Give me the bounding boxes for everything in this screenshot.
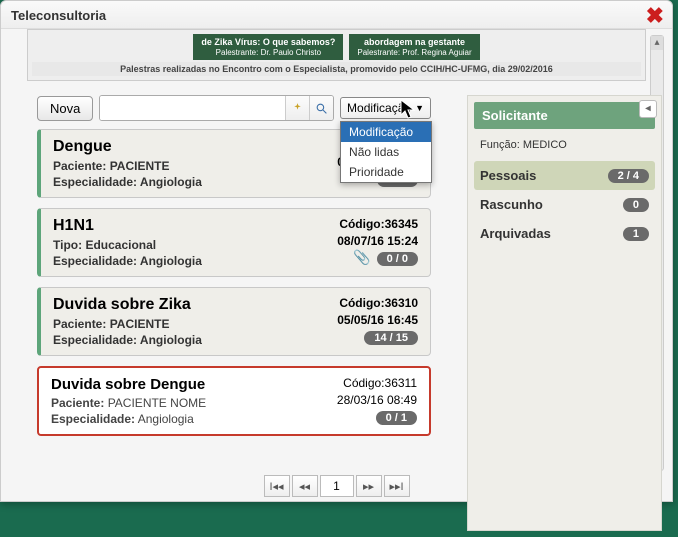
- sort-option-modificacao[interactable]: Modificação: [341, 122, 431, 142]
- side-row-label: Arquivadas: [480, 226, 551, 241]
- scroll-up-icon[interactable]: ▴: [651, 36, 663, 50]
- card-line-1: Paciente: PACIENTE: [53, 317, 202, 331]
- card[interactable]: Duvida sobre Zika Paciente: PACIENTE Espec…: [37, 287, 431, 356]
- card-date: 05/05/16 16:45: [298, 313, 418, 327]
- pager-page-input[interactable]: [320, 475, 354, 497]
- card-badge: 0 / 0: [377, 252, 418, 266]
- side-row-badge: 0: [623, 198, 649, 212]
- banner-caption: Palestras realizadas no Encontro com o E…: [32, 62, 641, 76]
- search-icon: [315, 102, 328, 115]
- side-funcao-label: Função:: [480, 139, 520, 151]
- card-line-1: Paciente: PACIENTE NOME: [51, 396, 206, 410]
- card-date: 28/03/16 08:49: [297, 393, 417, 407]
- side-row[interactable]: Rascunho 0: [474, 190, 655, 219]
- side-row-badge: 1: [623, 227, 649, 241]
- card-title: Dengue: [53, 138, 202, 156]
- collapse-icon[interactable]: ◂: [639, 100, 657, 118]
- card-badge: 14 / 15: [364, 331, 418, 345]
- dialog-header: Teleconsultoria ✖: [1, 1, 672, 29]
- pager: I◂◂ ◂◂ ▸▸ ▸▸I: [1, 475, 672, 497]
- banner-box-2-sub: Palestrante: Prof. Regina Aguiar: [357, 48, 471, 58]
- card-badge: 0 / 1: [376, 411, 417, 425]
- side-row-badge: 2 / 4: [608, 169, 649, 183]
- side-funcao: Função: MEDICO: [474, 129, 655, 161]
- clear-search-button[interactable]: [285, 96, 309, 120]
- card-line-2: Especialidade: Angiologia: [51, 412, 206, 426]
- close-icon[interactable]: ✖: [646, 3, 664, 29]
- side-header: Solicitante ◂: [474, 102, 655, 129]
- card-line-2: Especialidade: Angiologia: [53, 333, 202, 347]
- card-badge-row: 📎 0 / 0: [298, 248, 418, 266]
- side-header-label: Solicitante: [482, 108, 548, 123]
- search-box: [99, 95, 334, 121]
- paperclip-icon: 📎: [353, 249, 370, 265]
- card-title: H1N1: [53, 217, 202, 235]
- pager-prev-button[interactable]: ◂◂: [292, 475, 318, 497]
- sort-option-prioridade[interactable]: Prioridade: [341, 162, 431, 182]
- card-line-2: Especialidade: Angiologia: [53, 175, 202, 189]
- chevron-down-icon: ▼: [415, 103, 424, 113]
- card-code: Código:36345: [298, 217, 418, 231]
- side-row-label: Rascunho: [480, 197, 543, 212]
- side-funcao-value: MEDICO: [523, 139, 567, 151]
- sparkle-icon: [291, 102, 304, 115]
- toolbar: Nova Modificação ▼: [37, 95, 431, 121]
- pager-next-button[interactable]: ▸▸: [356, 475, 382, 497]
- sort-selected-label: Modificação: [347, 101, 411, 115]
- sort-dropdown-menu: Modificação Não lidas Prioridade: [340, 121, 432, 183]
- card-code: Código:36311: [297, 376, 417, 390]
- nova-button[interactable]: Nova: [37, 96, 93, 121]
- card-title: Duvida sobre Zika: [53, 296, 202, 314]
- left-pane: Nova Modificação ▼: [11, 95, 457, 531]
- banner-box-2-title: abordagem na gestante: [357, 37, 471, 48]
- sort-dropdown-button[interactable]: Modificação ▼: [340, 97, 431, 119]
- search-button[interactable]: [309, 96, 333, 120]
- card-line-2: Especialidade: Angiologia: [53, 254, 202, 268]
- dialog: Teleconsultoria ✖ ▴ de Zika Vírus: O que…: [0, 0, 673, 502]
- search-input[interactable]: [100, 96, 285, 120]
- banner-box-2: abordagem na gestante Palestrante: Prof.…: [349, 34, 479, 60]
- banner-box-1-title: de Zika Vírus: O que sabemos?: [201, 37, 335, 48]
- side-row-label: Pessoais: [480, 168, 536, 183]
- right-pane: Solicitante ◂ Função: MEDICO Pessoais 2 /…: [467, 95, 662, 531]
- card[interactable]: H1N1 Tipo: Educacional Especialidade: Angi…: [37, 208, 431, 277]
- card-line-1: Tipo: Educacional: [53, 238, 202, 252]
- card-title: Duvida sobre Dengue: [51, 376, 206, 393]
- banner-box-1: de Zika Vírus: O que sabemos? Palestrant…: [193, 34, 343, 60]
- card[interactable]: Duvida sobre Dengue Paciente: PACIENTE NO…: [37, 366, 431, 436]
- banner: de Zika Vírus: O que sabemos? Palestrant…: [27, 29, 646, 81]
- banner-box-1-sub: Palestrante: Dr. Paulo Christo: [201, 48, 335, 58]
- card-line-1: Paciente: PACIENTE: [53, 159, 202, 173]
- card-badge-row: 0 / 1: [297, 407, 417, 425]
- card-badge-row: 14 / 15: [298, 327, 418, 345]
- sort-option-nao-lidas[interactable]: Não lidas: [341, 142, 431, 162]
- side-row[interactable]: Arquivadas 1: [474, 219, 655, 248]
- side-row[interactable]: Pessoais 2 / 4: [474, 161, 655, 190]
- card-code: Código:36310: [298, 296, 418, 310]
- card-date: 08/07/16 15:24: [298, 234, 418, 248]
- pager-last-button[interactable]: ▸▸I: [384, 475, 410, 497]
- dialog-title: Teleconsultoria: [11, 8, 106, 23]
- pager-first-button[interactable]: I◂◂: [264, 475, 290, 497]
